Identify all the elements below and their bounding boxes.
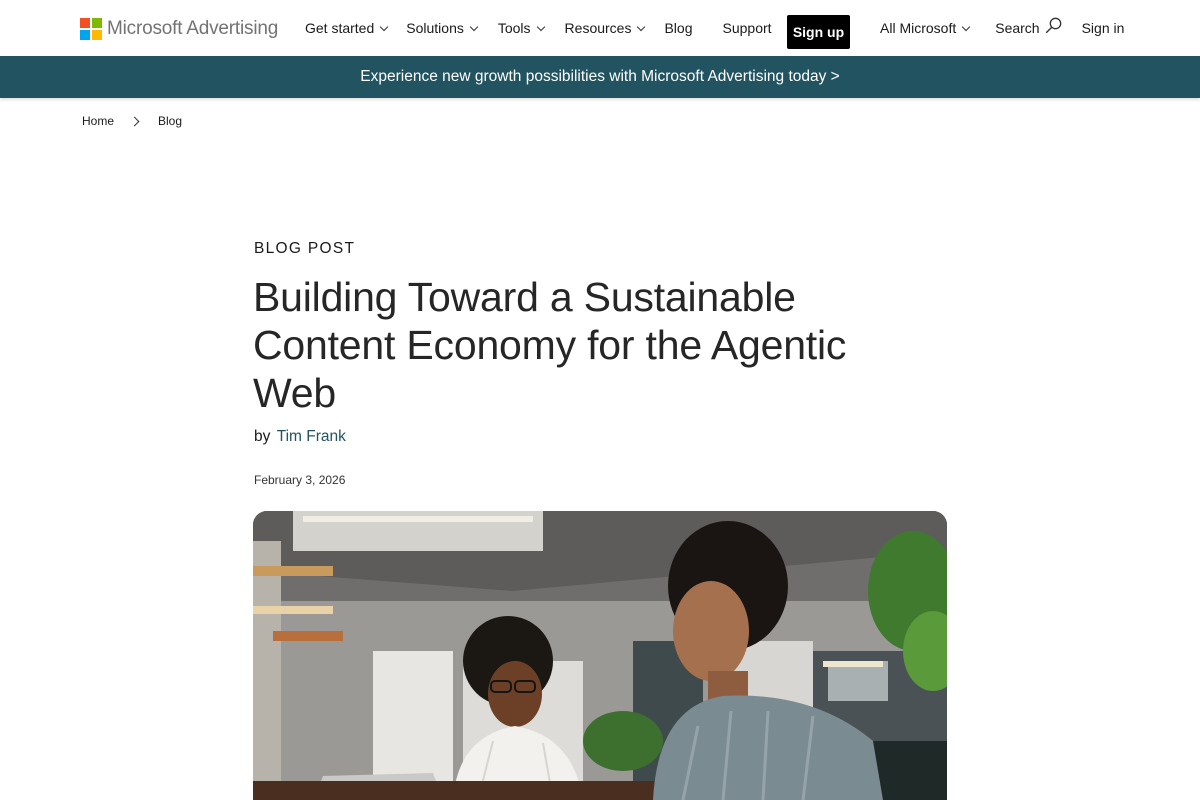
search-icon [1045,17,1061,33]
logo-square-red [80,18,90,28]
all-microsoft-label: All Microsoft [880,20,957,36]
nav-tools[interactable]: Tools [497,0,545,56]
nav-label: Get started [305,20,375,36]
utility-nav: All Microsoft Search Sign in [880,0,1124,56]
chevron-down-icon [961,22,971,31]
search-button[interactable]: Search [995,0,1061,56]
main-nav: Get started Solutions Tools Resources Bl… [305,0,772,56]
microsoft-advertising-logo[interactable]: Microsoft Advertising [80,18,278,40]
nav-label: Solutions [406,20,464,36]
breadcrumb-blog[interactable]: Blog [158,114,182,128]
sign-in-label: Sign in [1081,20,1125,36]
nav-get-started[interactable]: Get started [305,0,389,56]
nav-label: Resources [564,20,632,36]
sign-up-button[interactable]: Sign up [787,15,850,49]
nav-label: Blog [664,20,693,36]
breadcrumb: Home Blog [82,114,182,128]
article-title: Building Toward a Sustainable Content Ec… [253,274,847,416]
all-microsoft-menu[interactable]: All Microsoft [880,0,971,56]
logo-text: Microsoft Advertising [107,18,279,39]
nav-blog[interactable]: Blog [664,0,692,56]
nav-support[interactable]: Support [723,0,772,56]
nav-resources[interactable]: Resources [564,0,646,56]
hero-image [253,511,947,800]
nav-label: Support [722,20,772,36]
chevron-down-icon [536,22,545,31]
logo-square-green [92,18,102,28]
byline-prefix: by [254,428,271,445]
logo-square-blue [80,30,90,40]
chevron-down-icon [469,22,479,31]
promo-banner[interactable]: Experience new growth possibilities with… [0,56,1200,98]
article-kicker: BLOG POST [254,240,356,257]
breadcrumb-home[interactable]: Home [82,114,114,128]
article-byline: by Tim Frank [254,428,346,446]
hero-photo-office-meeting [253,511,947,800]
chevron-down-icon [380,22,389,31]
microsoft-logo-icon [80,18,102,40]
search-label: Search [995,20,1040,36]
nav-label: Tools [497,20,531,36]
chevron-right-icon [129,116,140,126]
site-header: Microsoft Advertising Get started Soluti… [0,0,1200,56]
chevron-down-icon [637,22,646,31]
author-link[interactable]: Tim Frank [277,428,346,445]
sign-in-link[interactable]: Sign in [1082,0,1125,56]
nav-solutions[interactable]: Solutions [406,0,479,56]
promo-banner-text: Experience new growth possibilities with… [360,68,840,85]
logo-square-yellow [92,30,102,40]
article-date: February 3, 2026 [254,473,346,487]
